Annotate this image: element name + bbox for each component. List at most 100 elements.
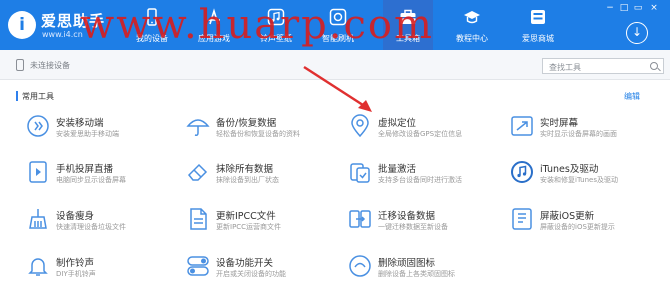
- tool-desc: 抹除设备到出厂状态: [216, 176, 279, 184]
- tool-desc: 更新IPCC运营商文件: [216, 223, 282, 231]
- device-status: 未连接设备: [30, 61, 70, 70]
- restore-icon[interactable]: ▭: [632, 2, 644, 14]
- tool-desc: 屏蔽设备的iOS更新提示: [540, 223, 615, 231]
- tool-update-ipcc[interactable]: 更新IPCC文件 更新IPCC运营商文件: [186, 207, 346, 241]
- umbrella-icon: [186, 119, 210, 136]
- tool-name: 迁移设备数据: [378, 211, 436, 222]
- tool-name: 删除顽固图标: [378, 258, 436, 269]
- tool-migrate-data[interactable]: 迁移设备数据 一键迁移数据至新设备: [348, 207, 508, 241]
- tool-name: 设备瘦身: [56, 211, 95, 222]
- nav-shop[interactable]: 爱思商城: [513, 0, 563, 50]
- tool-name: 实时屏幕: [540, 118, 579, 129]
- tool-name: 设备功能开关: [216, 258, 274, 269]
- search-placeholder: 查找工具: [549, 63, 581, 72]
- batch-activate-icon: [350, 163, 370, 183]
- tool-name: 批量激活: [378, 164, 417, 175]
- top-bar: i 爱思助手 www.i4.cn 我的设备 应用游戏 铃声壁纸 智能刷机 工具箱…: [0, 0, 670, 50]
- tool-name: 备份/恢复数据: [216, 118, 277, 129]
- nav-tutorials[interactable]: 教程中心: [447, 0, 497, 50]
- app-store-icon: [208, 8, 220, 25]
- toggle-icon: [187, 256, 209, 276]
- tool-erase-all[interactable]: 抹除所有数据 抹除设备到出厂状态: [186, 160, 346, 194]
- nav-label: 智能刷机: [322, 34, 354, 43]
- nav-smart-flash[interactable]: 智能刷机: [313, 0, 363, 50]
- nav-apps-games[interactable]: 应用游戏: [189, 0, 239, 50]
- play-screen-icon: [29, 161, 47, 183]
- tool-desc: 轻松备份和恢复设备的资料: [216, 130, 300, 138]
- tool-name: 屏蔽iOS更新: [540, 211, 595, 222]
- bell-icon: [28, 258, 48, 276]
- tool-desc: 安装爱思助手移动端: [56, 130, 119, 138]
- broom-icon: [29, 209, 47, 229]
- nav-label: 工具箱: [396, 34, 420, 43]
- tool-desc: 删除设备上各类顽固图标: [378, 270, 455, 278]
- minimize-icon[interactable]: −: [604, 2, 616, 14]
- nav-label: 应用游戏: [198, 34, 230, 43]
- tool-desc: DIY手机铃声: [56, 270, 96, 278]
- migrate-icon: [349, 210, 371, 228]
- tool-itunes-driver[interactable]: iTunes及驱动 安装和修复iTunes及驱动: [510, 160, 670, 194]
- tool-desc: 快速清理设备垃圾文件: [56, 223, 126, 231]
- search-icon[interactable]: [650, 62, 658, 70]
- toolbox-icon: [400, 9, 416, 24]
- tool-desc: 全局修改设备GPS定位信息: [378, 130, 463, 138]
- tool-delete-stubborn-icons[interactable]: 删除顽固图标 删除设备上各类顽固图标: [348, 254, 508, 288]
- tool-name: 手机投屏直播: [56, 164, 114, 175]
- install-mobile-icon: [27, 115, 49, 137]
- block-update-icon: [512, 208, 532, 230]
- tool-name: 虚拟定位: [378, 118, 417, 129]
- device-icon: [16, 59, 24, 71]
- tool-name: 制作铃声: [56, 258, 95, 269]
- tool-desc: 电脑同步显示设备屏幕: [56, 176, 126, 184]
- music-icon: [267, 8, 285, 26]
- app-logo: i 爱思助手 www.i4.cn: [8, 8, 128, 42]
- nav-ringtones-wallpapers[interactable]: 铃声壁纸: [251, 0, 301, 50]
- download-arrow-icon: ↓: [631, 25, 643, 39]
- nav-label: 铃声壁纸: [260, 34, 292, 43]
- edit-link[interactable]: 编辑: [624, 91, 640, 102]
- graduation-cap-icon: [464, 11, 480, 24]
- section-title: 常用工具: [22, 92, 54, 101]
- tool-desc: 实时显示设备屏幕的画面: [540, 130, 617, 138]
- maximize-icon[interactable]: □: [618, 2, 630, 14]
- location-pin-icon: [351, 114, 369, 138]
- logo-icon: i: [8, 11, 36, 39]
- phone-icon: [147, 8, 157, 26]
- section-marker: [16, 91, 18, 101]
- close-icon[interactable]: ×: [648, 2, 660, 14]
- ipcc-file-icon: [190, 208, 207, 230]
- eraser-icon: [187, 163, 208, 181]
- app-url: www.i4.cn: [42, 30, 83, 39]
- delete-icon-icon: [349, 255, 371, 277]
- tool-device-cleanup[interactable]: 设备瘦身 快速清理设备垃圾文件: [26, 207, 186, 241]
- tool-desc: 一键迁移数据至新设备: [378, 223, 448, 231]
- tool-virtual-location[interactable]: 虚拟定位 全局修改设备GPS定位信息: [348, 114, 508, 148]
- tool-desc: 开启或关闭设备的功能: [216, 270, 286, 278]
- tool-backup-restore[interactable]: 备份/恢复数据 轻松备份和恢复设备的资料: [186, 114, 346, 148]
- screen-mirror-icon: [511, 116, 533, 136]
- tool-desc: 支持多台设备同时进行激活: [378, 176, 462, 184]
- tool-screen-cast[interactable]: 手机投屏直播 电脑同步显示设备屏幕: [26, 160, 186, 194]
- tool-name: iTunes及驱动: [540, 164, 599, 175]
- nav-my-device[interactable]: 我的设备: [127, 0, 177, 50]
- device-status-bar: 未连接设备 查找工具: [0, 50, 670, 80]
- tool-realtime-screen[interactable]: 实时屏幕 实时显示设备屏幕的画面: [510, 114, 670, 148]
- tool-batch-activate[interactable]: 批量激活 支持多台设备同时进行激活: [348, 160, 508, 194]
- nav-toolbox[interactable]: 工具箱: [383, 0, 433, 50]
- nav-label: 爱思商城: [522, 34, 554, 43]
- nav-label: 教程中心: [456, 34, 488, 43]
- shop-icon: [531, 10, 545, 24]
- app-name: 爱思助手: [41, 12, 106, 30]
- app-window: i 爱思助手 www.i4.cn 我的设备 应用游戏 铃声壁纸 智能刷机 工具箱…: [0, 0, 670, 294]
- tool-block-ios-update[interactable]: 屏蔽iOS更新 屏蔽设备的iOS更新提示: [510, 207, 670, 241]
- tool-name: 抹除所有数据: [216, 164, 274, 175]
- tool-name: 更新IPCC文件: [216, 211, 276, 222]
- tool-feature-toggle[interactable]: 设备功能开关 开启或关闭设备的功能: [186, 254, 346, 288]
- download-button[interactable]: ↓: [626, 22, 648, 44]
- search-input[interactable]: 查找工具: [542, 58, 664, 74]
- tool-make-ringtone[interactable]: 制作铃声 DIY手机铃声: [26, 254, 186, 288]
- flash-icon: [329, 8, 347, 26]
- nav-label: 我的设备: [136, 34, 168, 43]
- tool-name: 安装移动端: [56, 118, 104, 129]
- tool-install-mobile[interactable]: 安装移动端 安装爱思助手移动端: [26, 114, 186, 148]
